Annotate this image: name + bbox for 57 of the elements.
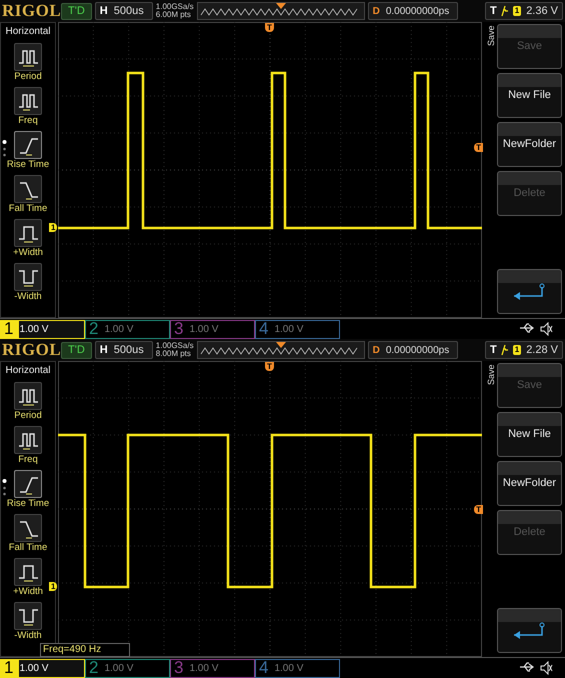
delay-label: D — [372, 344, 380, 358]
menu-title: Save — [485, 363, 497, 387]
delay-label: D — [372, 4, 380, 18]
measurement-readout: Freq=490 Hz — [40, 643, 130, 657]
channel-marker: 1 — [49, 223, 58, 232]
trigger-slope-icon — [500, 5, 509, 17]
timebase-value: 500us — [114, 342, 144, 358]
measurement-item[interactable]: Rise Time — [6, 470, 50, 510]
sample-rate: 1.00GSa/s — [156, 3, 194, 11]
channel-tab[interactable]: 3 1.00 V — [170, 320, 255, 338]
channel-tab[interactable]: 3 1.00 V — [170, 658, 255, 678]
timebase-label: H — [100, 4, 108, 19]
run-status-button[interactable]: T'D — [61, 2, 92, 20]
sidebar-title: Horizontal — [5, 25, 51, 39]
channel-tab[interactable]: 4 1.00 V — [255, 320, 340, 338]
brand-logo: RIGOL — [2, 339, 58, 362]
speaker-muted-icon — [539, 322, 553, 336]
back-button[interactable] — [497, 608, 562, 653]
timebase-label: H — [100, 342, 108, 358]
trigger-level-marker: T — [474, 143, 483, 152]
timebase-value: 500us — [114, 4, 144, 19]
softkey-button[interactable]: NewFolder — [497, 122, 562, 167]
softkey-button[interactable]: NewFolder — [497, 461, 562, 506]
channel-tab[interactable]: 2 1.00 V — [85, 658, 170, 678]
trigger-position-marker: T — [265, 23, 274, 32]
page-dots-icon — [2, 478, 7, 498]
trigger-label: T — [490, 342, 497, 358]
softkey-button[interactable]: New File — [497, 73, 562, 118]
usb-icon — [519, 322, 535, 334]
trigger-source-badge: 1 — [512, 345, 522, 355]
trigger-label: T — [490, 4, 497, 19]
channel-tab[interactable]: 4 1.00 V — [255, 658, 340, 678]
back-button[interactable] — [497, 269, 562, 314]
page-dots-icon — [2, 139, 7, 159]
memory-depth: 6.00M pts — [156, 11, 192, 19]
channel-tab[interactable]: 2 1.00 V — [85, 320, 170, 338]
softkey-button[interactable]: New File — [497, 412, 562, 457]
delay-value: 0.00000000ps — [386, 344, 450, 358]
memory-depth: 8.00M pts — [156, 350, 192, 358]
brand-logo: RIGOL — [2, 0, 58, 22]
trigger-level-marker: T — [474, 505, 483, 514]
measurement-item[interactable]: Rise Time — [6, 131, 50, 171]
trigger-source-badge: 1 — [512, 6, 522, 16]
sample-rate: 1.00GSa/s — [156, 342, 194, 350]
menu-title: Save — [485, 24, 497, 48]
trigger-level: 2.36 V — [526, 4, 558, 19]
run-status-button[interactable]: T'D — [61, 342, 92, 358]
trigger-level: 2.28 V — [526, 342, 558, 358]
channel-tab[interactable]: 1 1.00 V — [0, 320, 85, 338]
speaker-muted-icon — [539, 661, 553, 675]
delay-value: 0.00000000ps — [386, 4, 450, 18]
trigger-position-marker: T — [265, 362, 274, 371]
channel-marker: 1 — [49, 582, 58, 591]
sidebar-title: Horizontal — [5, 364, 51, 378]
channel-tab[interactable]: 1 1.00 V — [0, 658, 85, 678]
trigger-slope-icon — [500, 344, 509, 356]
usb-icon — [519, 661, 535, 673]
